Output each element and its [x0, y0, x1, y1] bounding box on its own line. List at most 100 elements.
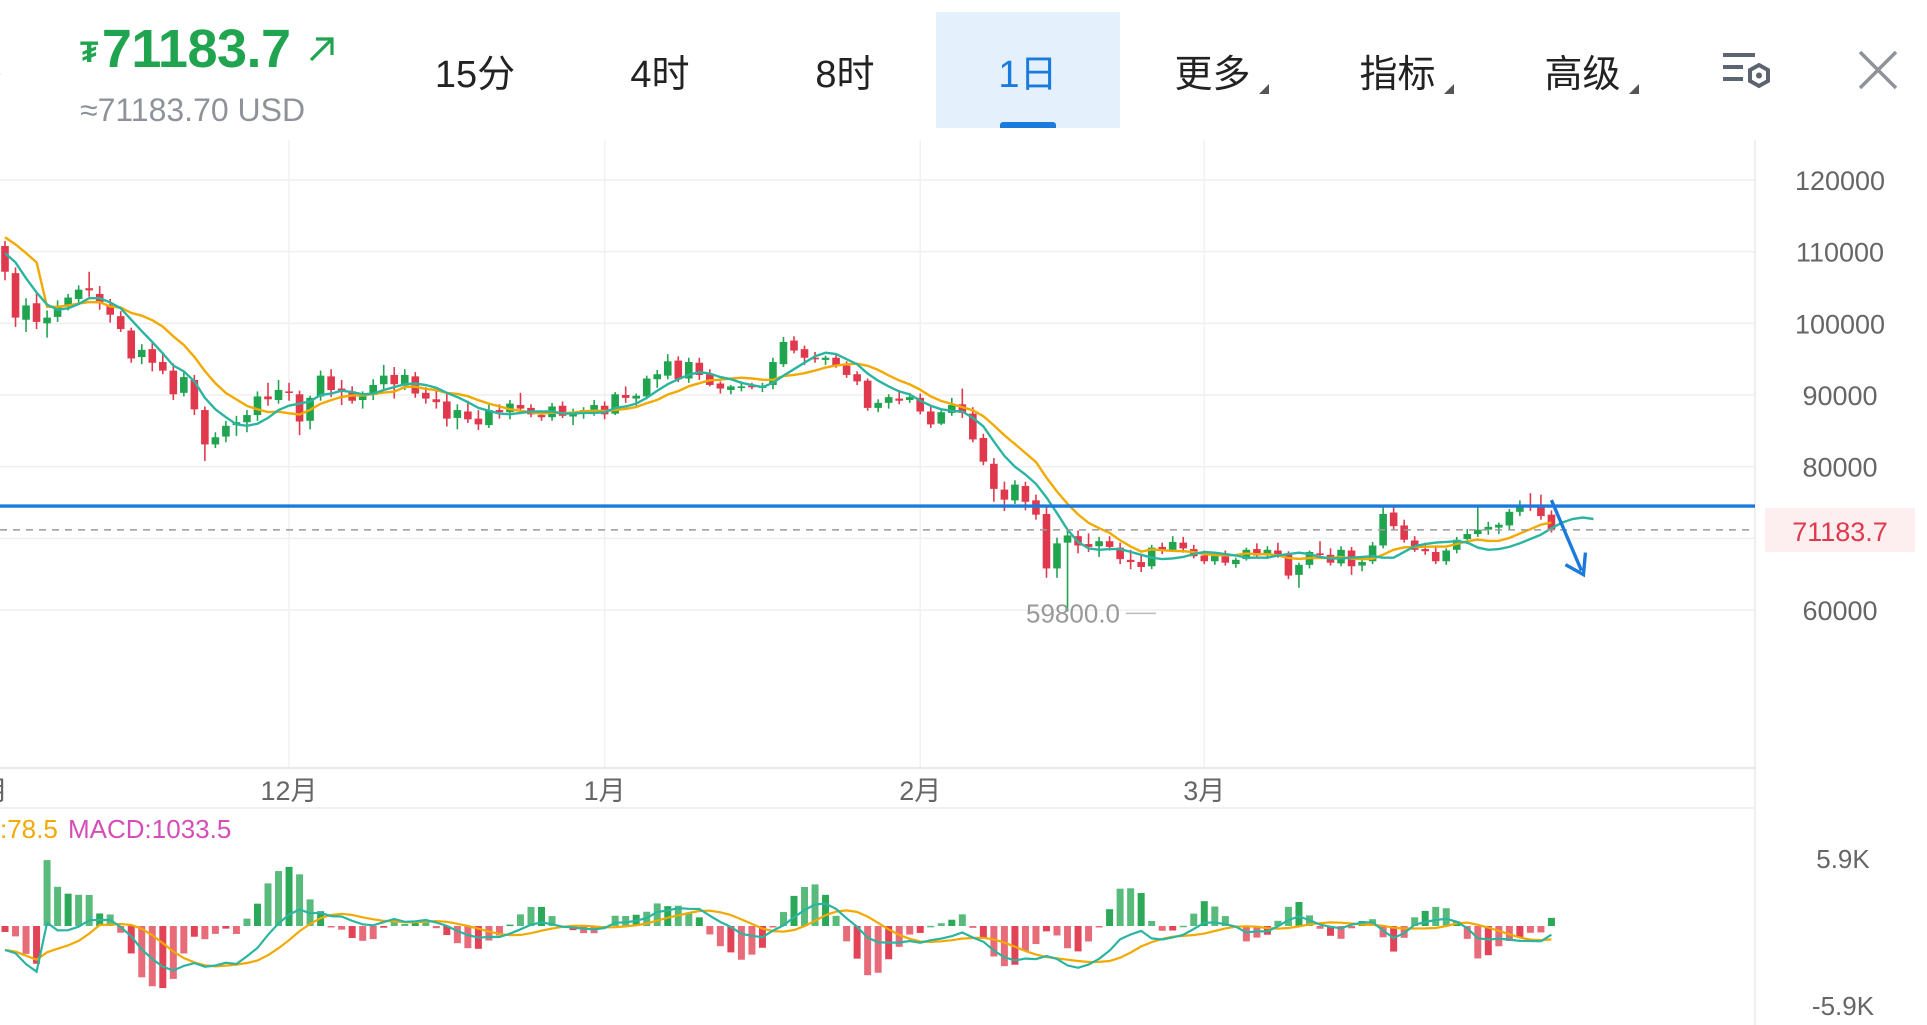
candle-body: [853, 374, 861, 382]
macd-histogram-bar: [1095, 926, 1103, 928]
candle-body: [800, 349, 809, 358]
candle-body: [180, 377, 188, 393]
price-value: 71183.7: [101, 19, 291, 79]
tab-label: 更多: [1174, 43, 1269, 98]
candle-body: [1295, 564, 1303, 575]
candle-body: [1442, 550, 1451, 562]
trend-arrow: [1549, 499, 1584, 572]
candle-body: [874, 402, 882, 408]
macd-histogram-bar: [359, 926, 367, 941]
macd-histogram-bar: [937, 923, 945, 926]
macd-histogram-bar: [380, 926, 388, 928]
macd-histogram-bar: [822, 894, 830, 926]
x-tick-label: 1月: [584, 776, 626, 806]
macd-histogram-bar: [264, 883, 272, 926]
candle-body: [201, 410, 209, 445]
ma-fast-line: [4, 252, 1594, 561]
candle-body: [1126, 559, 1135, 562]
candle-body: [727, 386, 735, 390]
converted-price: ≈71183.70 USD: [80, 92, 306, 128]
macd-histogram-bar: [706, 926, 714, 935]
candle-body: [1105, 541, 1114, 547]
macd-histogram-bar: [958, 914, 966, 926]
arrow-up-right-icon: [309, 37, 334, 62]
tab-15m[interactable]: 15分: [395, 12, 555, 128]
macd-histogram-bar: [969, 926, 977, 928]
candle-body: [663, 361, 672, 376]
macd-y-tick: 5.9K: [1816, 844, 1870, 874]
macd-histogram-bar: [190, 926, 198, 937]
macd-histogram-bar: [485, 926, 493, 941]
back-arrow-icon[interactable]: ›: [0, 60, 1, 86]
macd-histogram-bar: [1074, 926, 1082, 952]
candle-body: [159, 362, 167, 371]
macd-histogram-bar: [1442, 908, 1450, 926]
tab-more[interactable]: 更多: [1130, 12, 1295, 128]
macd-histogram-bar: [1021, 926, 1029, 951]
candle-body: [990, 463, 998, 489]
candle-body: [1168, 541, 1177, 550]
macd-histogram-bar: [180, 926, 188, 954]
tab-indicators[interactable]: 指标: [1315, 12, 1480, 128]
macd-histogram-bar: [369, 926, 377, 940]
tab-label: 1日: [998, 53, 1058, 96]
tab-8h[interactable]: 8时: [765, 12, 925, 128]
macd-histogram-bar: [1137, 893, 1145, 926]
candle-body: [621, 394, 630, 398]
macd-histogram-bar: [832, 915, 840, 926]
candle-body: [11, 273, 20, 318]
x-tick-label: 12月: [261, 776, 318, 806]
macd-histogram-bar: [716, 926, 724, 947]
candle-body: [1000, 489, 1009, 500]
candle-body: [642, 378, 651, 397]
candle-body: [1463, 534, 1472, 540]
candle-body: [327, 376, 335, 390]
macd-histogram-bar: [211, 926, 219, 934]
candle-body: [1, 245, 9, 272]
candle-body: [253, 396, 262, 416]
tab-advanced[interactable]: 高级: [1500, 12, 1665, 128]
tab-4h[interactable]: 4时: [580, 12, 740, 128]
macd-histogram-bar: [22, 926, 30, 954]
price-levels: 71183.7 59800.0: [0, 499, 1915, 628]
macd-histogram-bar: [296, 874, 304, 926]
chart-settings-icon[interactable]: [1718, 40, 1778, 100]
macd-histogram-bar: [1032, 926, 1040, 945]
macd-histogram-bar: [1537, 926, 1545, 933]
macd-histogram-bar: [653, 903, 661, 926]
candle-body: [295, 394, 304, 422]
candle-body: [1537, 507, 1545, 517]
candle-body: [842, 365, 851, 375]
candle-body: [863, 380, 872, 408]
macd-histogram-bar: [874, 926, 882, 973]
candle-body: [85, 288, 93, 291]
macd-histogram-bar: [1000, 926, 1008, 967]
tab-label: 高级: [1544, 43, 1639, 98]
x-tick-label: 2月: [899, 776, 941, 806]
macd-histogram-bar: [1106, 909, 1114, 926]
macd-dea-line: [4, 909, 1552, 968]
candle-body: [1200, 555, 1209, 562]
macd-histogram-bar: [906, 926, 914, 935]
y-tick-label: 100000: [1795, 309, 1885, 339]
macd-histogram-bar: [1053, 926, 1061, 936]
macd-histogram-bar: [1158, 926, 1166, 931]
macd-histogram-bar: [75, 894, 83, 926]
tab-1d[interactable]: 1日: [936, 12, 1120, 128]
tab-label: 4时: [630, 53, 690, 96]
macd-histogram-bar: [453, 926, 461, 944]
price-chart[interactable]: 120000 110000 100000 90000 80000 60000 月 12月 1月…: [0, 140, 1927, 1025]
macd-histogram-bar: [43, 860, 51, 926]
candle-body: [1400, 525, 1408, 540]
candle-body: [1211, 555, 1219, 562]
macd-histogram-bar: [432, 926, 440, 929]
y-tick-label: 120000: [1795, 166, 1885, 196]
close-icon[interactable]: [1848, 40, 1908, 100]
candles: [1, 240, 1556, 612]
macd-histogram-bar: [275, 871, 283, 926]
macd-histogram-bar: [695, 917, 703, 926]
macd-histogram-bar: [506, 924, 514, 927]
y-tick-label: 110000: [1796, 238, 1884, 268]
header-bar: › ₮ 71183.7 ≈71183.70 USD 15分 4时 8时 1日 更…: [0, 0, 1927, 140]
candle-body: [43, 317, 51, 324]
